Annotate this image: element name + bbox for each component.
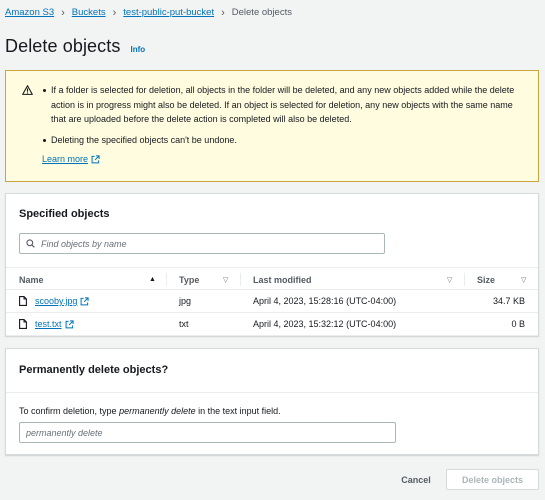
confirm-header: Permanently delete objects? [6, 349, 538, 393]
cancel-button[interactable]: Cancel [392, 469, 440, 490]
table-header: Name ▲ Type ▽ Last modified ▽ Size ▽ [6, 267, 538, 290]
objects-table: Name ▲ Type ▽ Last modified ▽ Size ▽ sco… [6, 267, 538, 336]
column-divider [464, 273, 465, 286]
name-cell: test.txt [19, 319, 74, 329]
panel-title: Specified objects [19, 208, 110, 220]
delete-objects-button[interactable]: Delete objects [446, 469, 539, 490]
permanently-delete-panel: Permanently delete objects? To confirm d… [5, 348, 539, 455]
warning-bullet: If a folder is selected for deletion, al… [42, 83, 528, 127]
warning-bullet: Deleting the specified objects can't be … [42, 133, 528, 148]
chevron-right-icon: › [221, 6, 225, 19]
column-divider [240, 273, 241, 286]
last-modified-cell: April 4, 2023, 15:28:16 (UTC-04:00) [253, 296, 397, 306]
instruction-prefix: To confirm deletion, type [19, 406, 120, 416]
panel-title: Permanently delete objects? [19, 364, 169, 376]
warning-list: If a folder is selected for deletion, al… [42, 83, 528, 147]
warning-alert: If a folder is selected for deletion, al… [5, 70, 539, 182]
search-input[interactable] [41, 238, 371, 249]
size-cell: 0 B [511, 319, 525, 329]
caret-down-icon[interactable]: ▽ [447, 276, 452, 284]
chevron-right-icon: › [112, 6, 117, 19]
breadcrumb-buckets[interactable]: Buckets [72, 7, 106, 18]
column-header-last-modified[interactable]: Last modified [253, 275, 312, 285]
instruction-keyword: permanently delete [119, 406, 196, 416]
instruction-suffix: in the text input field. [195, 406, 281, 416]
breadcrumb: Amazon S3 › Buckets › test-public-put-bu… [5, 7, 292, 18]
info-link[interactable]: Info [130, 45, 145, 54]
column-divider [166, 273, 167, 286]
learn-more-link[interactable]: Learn more [42, 154, 100, 164]
caret-down-icon[interactable]: ▽ [521, 276, 526, 284]
breadcrumb-bucket[interactable]: test-public-put-bucket [123, 7, 214, 18]
caret-down-icon[interactable]: ▽ [223, 276, 228, 284]
table-row: scooby.jpg jpg April 4, 2023, 15:28:16 (… [6, 290, 538, 313]
confirm-delete-input[interactable] [19, 422, 396, 443]
last-modified-cell: April 4, 2023, 15:32:12 (UTC-04:00) [253, 319, 397, 329]
object-link[interactable]: scooby.jpg [35, 296, 77, 306]
chevron-right-icon: › [61, 6, 65, 19]
page-header: Delete objects Info [5, 36, 145, 57]
size-cell: 34.7 KB [492, 296, 525, 306]
external-link-icon[interactable] [65, 319, 74, 329]
learn-more-label: Learn more [42, 154, 89, 164]
specified-objects-panel: Specified objects Name ▲ Type ▽ Last mod… [5, 193, 539, 336]
type-cell: txt [179, 319, 189, 329]
warning-triangle-icon [22, 85, 33, 95]
search-field[interactable] [19, 233, 385, 254]
page-title: Delete objects [5, 36, 121, 56]
breadcrumb-amazon-s3[interactable]: Amazon S3 [5, 7, 54, 18]
caret-up-icon[interactable]: ▲ [149, 276, 156, 283]
file-icon [19, 319, 27, 329]
column-header-type[interactable]: Type [179, 275, 199, 285]
table-row: test.txt txt April 4, 2023, 15:32:12 (UT… [6, 313, 538, 336]
external-link-icon [91, 154, 100, 163]
type-cell: jpg [179, 296, 192, 306]
search-icon [26, 239, 35, 248]
breadcrumb-current: Delete objects [231, 7, 292, 18]
object-link[interactable]: test.txt [35, 319, 62, 329]
column-header-size[interactable]: Size [477, 275, 495, 285]
confirm-instruction: To confirm deletion, type permanently de… [19, 406, 281, 416]
name-cell: scooby.jpg [19, 296, 89, 306]
file-icon [19, 296, 27, 306]
column-header-name[interactable]: Name [19, 275, 44, 285]
external-link-icon[interactable] [80, 296, 89, 306]
